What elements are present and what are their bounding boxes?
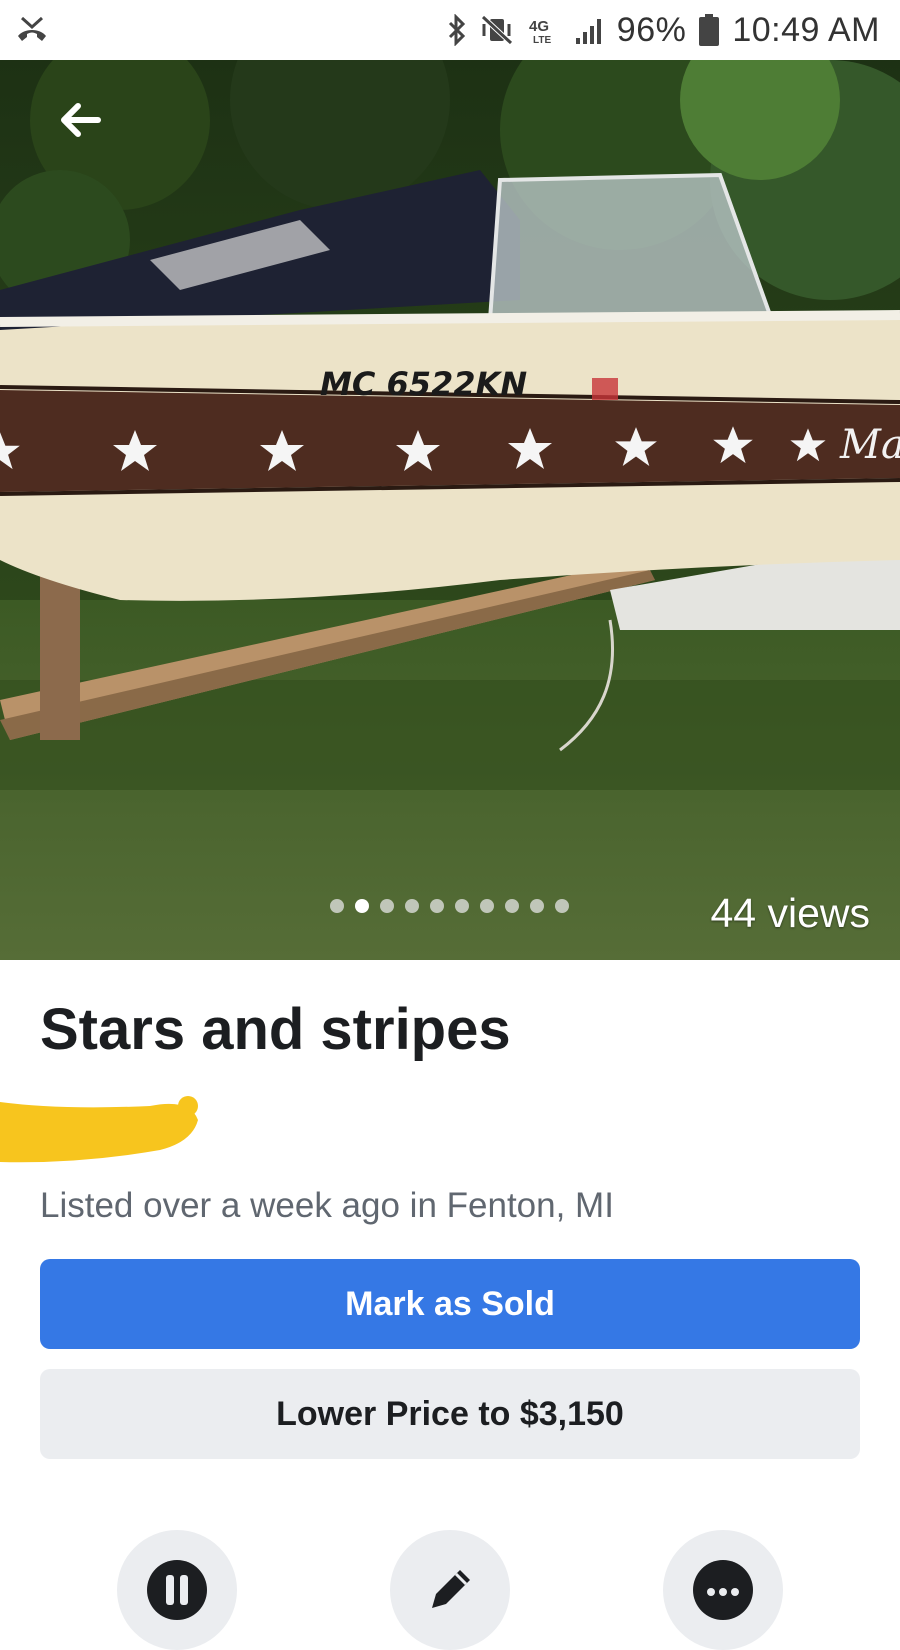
arrow-left-icon <box>61 103 101 137</box>
lower-price-button[interactable]: Lower Price to $3,150 <box>40 1369 860 1459</box>
view-count: 44 views <box>710 890 870 936</box>
image-pager[interactable] <box>330 899 569 913</box>
battery-icon <box>698 13 720 47</box>
pager-dot[interactable] <box>330 899 344 913</box>
pager-dot[interactable] <box>530 899 544 913</box>
signal-icon <box>575 14 605 46</box>
pause-icon <box>147 1560 207 1620</box>
pause-listing-button[interactable] <box>117 1530 237 1650</box>
svg-text:4G: 4G <box>529 18 549 35</box>
vibrate-mute-icon <box>479 14 515 46</box>
svg-text:LTE: LTE <box>533 35 551 46</box>
pager-dot[interactable] <box>455 899 469 913</box>
pencil-icon <box>432 1570 470 1608</box>
lte-icon: 4G LTE <box>527 14 563 46</box>
pager-dot[interactable] <box>555 899 569 913</box>
edit-listing-button[interactable] <box>390 1530 510 1650</box>
clock: 10:49 AM <box>732 10 880 49</box>
status-bar: 4G LTE 96% 10:49 AM <box>0 0 900 60</box>
listing-photo[interactable]: MC 6522KN Mas 44 views <box>0 60 900 960</box>
listing-title: Stars and stripes <box>40 997 511 1062</box>
pager-dot[interactable] <box>380 899 394 913</box>
back-button[interactable] <box>50 90 110 150</box>
missed-call-icon <box>14 14 50 46</box>
pager-dot[interactable] <box>430 899 444 913</box>
bluetooth-icon <box>447 14 467 46</box>
pager-dot[interactable] <box>480 899 494 913</box>
redaction-scribble <box>0 1096 198 1163</box>
mark-as-sold-button[interactable]: Mark as Sold <box>40 1259 860 1349</box>
pager-dot[interactable] <box>405 899 419 913</box>
pager-dot[interactable] <box>505 899 519 913</box>
hull-brand: Mas <box>839 422 900 468</box>
boat-photo: MC 6522KN Mas <box>0 60 900 960</box>
hull-registration: MC 6522KN <box>320 365 527 403</box>
listing-meta: Listed over a week ago in Fenton, MI <box>40 1186 614 1225</box>
more-icon <box>693 1560 753 1620</box>
more-options-button[interactable] <box>663 1530 783 1650</box>
battery-percent: 96% <box>616 10 687 49</box>
pager-dot-active[interactable] <box>355 899 369 913</box>
